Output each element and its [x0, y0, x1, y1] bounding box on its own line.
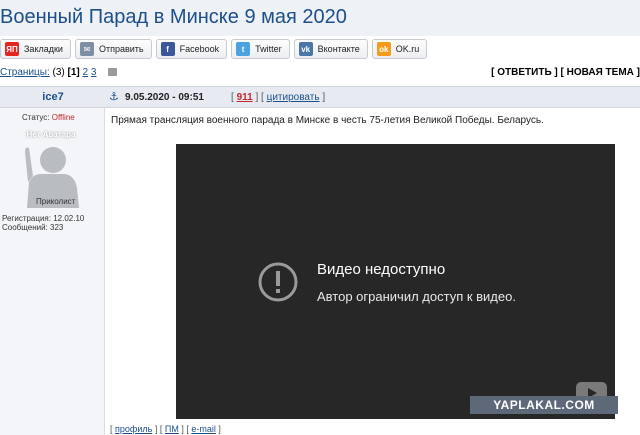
site-watermark: YAPLAKAL.COM [470, 396, 618, 414]
topic-actions: [ ОТВЕТИТЬ ] [ НОВАЯ ТЕМА ] [491, 67, 640, 78]
status-label: Статус: [22, 113, 50, 122]
user-status: Статус: Offline [22, 113, 75, 122]
user-registered: Регистрация: 12.02.10 [2, 214, 85, 223]
video-unavailable-subtitle: Автор ограничил доступ к видео. [317, 289, 516, 304]
share-toolbar: ЯП Закладки ✉ Отправить f Facebook t Twi… [0, 39, 431, 59]
post-header: ice7 ⚓ 9.05.2020 - 09:51 [ 911 ] [ цитир… [0, 86, 640, 108]
share-label: OK.ru [395, 44, 420, 54]
pm-link[interactable]: ПМ [165, 424, 179, 434]
post-meta: [ 911 ] [ цитировать ] [231, 92, 325, 103]
warning-icon [258, 262, 298, 302]
user-messages: Сообщений: 323 [2, 223, 64, 232]
share-button-twitter[interactable]: t Twitter [231, 39, 290, 59]
bracket: ] [322, 92, 326, 103]
page-title: Военный Парад в Минске 9 мая 2020 [0, 6, 347, 28]
post-rating[interactable]: 911 [237, 92, 253, 103]
current-page: [1] [67, 67, 80, 78]
bracket: [ [110, 424, 113, 434]
mail-icon: ✉ [79, 42, 94, 56]
pages-count: (3) [52, 67, 65, 78]
share-label: Закладки [24, 44, 63, 54]
share-button-vk[interactable]: vk Вконтакте [293, 39, 368, 59]
post-date: 9.05.2020 - 09:51 [125, 92, 204, 103]
share-button-facebook[interactable]: f Facebook [155, 39, 228, 59]
pages-label[interactable]: Страницы: [0, 67, 50, 78]
share-label: Twitter [255, 44, 282, 54]
vk-icon: vk [298, 42, 313, 56]
title-bar: Военный Парад в Минске 9 мая 2020 [0, 0, 640, 36]
post-footer: [ профиль ] [ ПМ ] [ e-mail ] [110, 424, 221, 434]
email-link[interactable]: e-mail [191, 424, 216, 434]
profile-link[interactable]: профиль [115, 424, 152, 434]
share-label: Вконтакте [317, 44, 360, 54]
quote-link[interactable]: цитировать [267, 92, 320, 103]
page-link-3[interactable]: 3 [91, 67, 97, 78]
user-sidebar: Статус: Offline Нет Аватара Приколист Ре… [0, 108, 105, 435]
bracket: ] [ [255, 92, 264, 103]
page-link-2[interactable]: 2 [83, 67, 89, 78]
twitter-icon: t [236, 42, 251, 56]
share-button-bookmarks[interactable]: ЯП Закладки [0, 39, 71, 59]
bracket: ] [218, 424, 221, 434]
share-button-send[interactable]: ✉ Отправить [74, 39, 152, 59]
pagination: Страницы: (3) [1] 2 3 [0, 67, 118, 78]
post-text: Прямая трансляция военного парада в Минс… [111, 115, 544, 126]
reply-button[interactable]: [ ОТВЕТИТЬ ] [491, 67, 558, 78]
share-label: Отправить [98, 44, 144, 54]
bracket: ] [ [154, 424, 163, 434]
pagination-row: Страницы: (3) [1] 2 3 [ ОТВЕТИТЬ ] [ НОВ… [0, 64, 640, 82]
bracket: ] [ [181, 424, 189, 434]
status-value: Offline [51, 113, 75, 122]
yandex-icon: ЯП [5, 42, 19, 56]
new-topic-button[interactable]: [ НОВАЯ ТЕМА ] [561, 67, 640, 78]
share-button-ok[interactable]: ok OK.ru [371, 39, 428, 59]
anchor-icon[interactable]: ⚓ [109, 90, 119, 103]
facebook-icon: f [160, 42, 175, 56]
post-author[interactable]: ice7 [36, 91, 70, 103]
no-avatar-label: Нет Аватара [26, 130, 76, 139]
bracket: [ [231, 92, 234, 103]
video-unavailable-title: Видео недоступно [317, 261, 446, 278]
print-icon[interactable] [108, 68, 118, 76]
video-player[interactable]: Видео недоступно Автор ограничил доступ … [176, 144, 615, 419]
share-label: Facebook [179, 44, 220, 54]
odnoklassniki-icon: ok [376, 42, 391, 56]
user-rank: Приколист [36, 197, 76, 206]
